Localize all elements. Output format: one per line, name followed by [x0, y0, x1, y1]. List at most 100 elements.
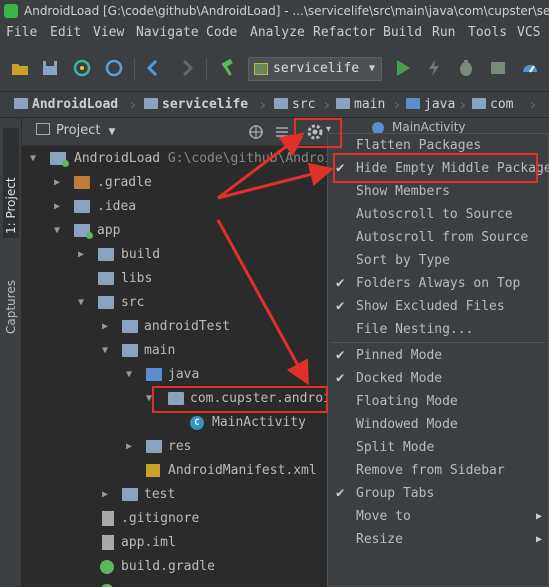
class-icon: C — [190, 416, 204, 430]
menu-analyze[interactable]: Analyze — [250, 22, 305, 44]
breadcrumb-androidload[interactable]: AndroidLoad — [14, 92, 118, 117]
tree-node-test[interactable]: ▶ test — [22, 483, 327, 507]
folder-icon — [14, 98, 28, 109]
run-icon[interactable] — [393, 58, 413, 78]
project-tree: ▼ AndroidLoad G:\code\github\AndroidLoad… — [22, 146, 327, 587]
tree-node-build[interactable]: ▶ build — [22, 243, 327, 267]
refresh-icon[interactable] — [104, 58, 124, 78]
menu-item-move-to[interactable]: Move to ▶ — [328, 505, 548, 528]
expand-arrow-icon[interactable]: ▼ — [102, 345, 114, 357]
menu-item-show-members[interactable]: Show Members — [328, 180, 548, 203]
folder-icon — [274, 98, 288, 109]
breadcrumb-main[interactable]: main — [336, 92, 385, 117]
attach-debugger-icon[interactable] — [488, 58, 508, 78]
expand-arrow-icon[interactable]: ▼ — [126, 369, 138, 381]
open-folder-icon[interactable] — [10, 58, 30, 78]
menu-item-autoscroll-to-source[interactable]: Autoscroll to Source — [328, 203, 548, 226]
menu-tools[interactable]: Tools — [468, 22, 507, 44]
menu-item-sort-by-type[interactable]: Sort by Type — [328, 249, 548, 272]
menu-edit[interactable]: Edit — [50, 22, 81, 44]
expand-arrow-icon[interactable]: ▼ — [78, 297, 90, 309]
tree-node-androidtest[interactable]: ▶ androidTest — [22, 315, 327, 339]
breadcrumb-com[interactable]: com — [472, 92, 513, 117]
save-icon[interactable] — [40, 58, 60, 78]
editor-tab[interactable]: MainActivity — [392, 120, 466, 134]
menu-run[interactable]: Run — [432, 22, 455, 44]
submenu-arrow-icon: ▶ — [535, 511, 542, 522]
menu-item-floating-mode[interactable]: Floating Mode — [328, 390, 548, 413]
tree-node-idea[interactable]: ▶ .idea — [22, 195, 327, 219]
menu-vcs[interactable]: VCS — [517, 22, 540, 44]
debug-icon[interactable] — [456, 58, 476, 78]
tree-node-manifest[interactable]: AndroidManifest.xml — [22, 459, 327, 483]
collapse-all-icon[interactable] — [274, 124, 290, 140]
tree-node-src[interactable]: ▼ src — [22, 291, 327, 315]
tree-node-gitignore[interactable]: .gitignore — [22, 507, 327, 531]
tree-node-label: AndroidManifest.xml — [168, 463, 317, 478]
expand-arrow-icon[interactable]: ▼ — [54, 225, 66, 237]
tree-node-label: test — [144, 487, 176, 502]
breadcrumb-servicelife[interactable]: servicelife — [144, 92, 248, 117]
run-configuration-select[interactable]: servicelife ▼ — [248, 57, 382, 81]
expand-arrow-icon[interactable]: ▶ — [54, 177, 66, 189]
expand-arrow-icon[interactable]: ▶ — [102, 489, 114, 501]
tree-node-label: build — [121, 247, 161, 262]
tree-node-label: main — [144, 343, 176, 358]
breadcrumb-separator: › — [258, 95, 268, 114]
sync-icon[interactable] — [72, 58, 92, 78]
project-view-selector[interactable]: Project ▼ — [36, 123, 115, 138]
menu-item-resize[interactable]: Resize ▶ — [328, 528, 548, 551]
tree-node-mainactivity[interactable]: C MainActivity — [22, 411, 327, 435]
expand-arrow-icon[interactable]: ▶ — [102, 321, 114, 333]
tree-node-label: .gitignore — [121, 511, 200, 526]
captures-tool-tab[interactable]: Captures — [3, 248, 19, 338]
project-tool-tab[interactable]: 1: Project — [3, 128, 19, 238]
forward-arrow-icon[interactable] — [176, 58, 196, 78]
tree-node-gradle-dir[interactable]: ▶ .gradle — [22, 171, 327, 195]
menu-item-remove-from-sidebar[interactable]: Remove from Sidebar — [328, 459, 548, 482]
menu-item-docked-mode[interactable]: ✔ Docked Mode — [328, 367, 548, 390]
tree-node-app[interactable]: ▼ app — [22, 219, 327, 243]
tree-node-app-iml[interactable]: app.iml — [22, 531, 327, 555]
back-arrow-icon[interactable] — [144, 58, 164, 78]
menu-item-split-mode[interactable]: Split Mode — [328, 436, 548, 459]
check-icon: ✔ — [336, 485, 345, 501]
expand-arrow-icon[interactable]: ▶ — [78, 249, 90, 261]
menu-item-folders-always-on-top[interactable]: ✔ Folders Always on Top — [328, 272, 548, 295]
check-icon: ✔ — [336, 275, 345, 291]
menu-navigate[interactable]: Navigate — [136, 22, 199, 44]
menu-item-windowed-mode[interactable]: Windowed Mode — [328, 413, 548, 436]
menu-refactor[interactable]: Refactor — [313, 22, 376, 44]
menu-view[interactable]: View — [93, 22, 124, 44]
menu-build[interactable]: Build — [383, 22, 422, 44]
annotation-box-package — [152, 386, 328, 413]
menu-file[interactable]: File — [6, 22, 37, 44]
scroll-from-source-icon[interactable] — [248, 124, 264, 140]
build-hammer-icon[interactable] — [218, 58, 238, 78]
tree-node-androidload[interactable]: ▼ AndroidLoad G:\code\github\AndroidLoad — [22, 147, 327, 171]
project-options-menu: Flatten Packages ✔ Hide Empty Middle Pack… — [327, 133, 549, 587]
tree-node-build-gradle[interactable]: build.gradle — [22, 555, 327, 579]
breadcrumb-separator: › — [322, 95, 332, 114]
check-icon: ✔ — [336, 298, 345, 314]
menu-item-autoscroll-from-source[interactable]: Autoscroll from Source — [328, 226, 548, 249]
profiler-icon[interactable] — [520, 58, 540, 78]
tree-node-res[interactable]: ▶ res — [22, 435, 327, 459]
folder-icon — [336, 98, 350, 109]
menu-item-show-excluded-files[interactable]: ✔ Show Excluded Files — [328, 295, 548, 318]
menu-code[interactable]: Code — [206, 22, 237, 44]
tree-node-main[interactable]: ▼ main — [22, 339, 327, 363]
expand-arrow-icon[interactable]: ▶ — [126, 441, 138, 453]
tree-node-label: java — [168, 367, 200, 382]
menu-item-pinned-mode[interactable]: ✔ Pinned Mode — [328, 344, 548, 367]
tree-node-java[interactable]: ▼ java — [22, 363, 327, 387]
breadcrumb-java[interactable]: java — [406, 92, 455, 117]
expand-arrow-icon[interactable]: ▼ — [30, 153, 42, 165]
menu-item-group-tabs[interactable]: ✔ Group Tabs — [328, 482, 548, 505]
expand-arrow-icon[interactable]: ▶ — [54, 201, 66, 213]
tree-node-libs[interactable]: libs — [22, 267, 327, 291]
breadcrumb-src[interactable]: src — [274, 92, 315, 117]
folder-icon — [122, 320, 138, 333]
menu-item-file-nesting[interactable]: File Nesting... — [328, 318, 548, 341]
apply-changes-icon[interactable] — [424, 58, 444, 78]
